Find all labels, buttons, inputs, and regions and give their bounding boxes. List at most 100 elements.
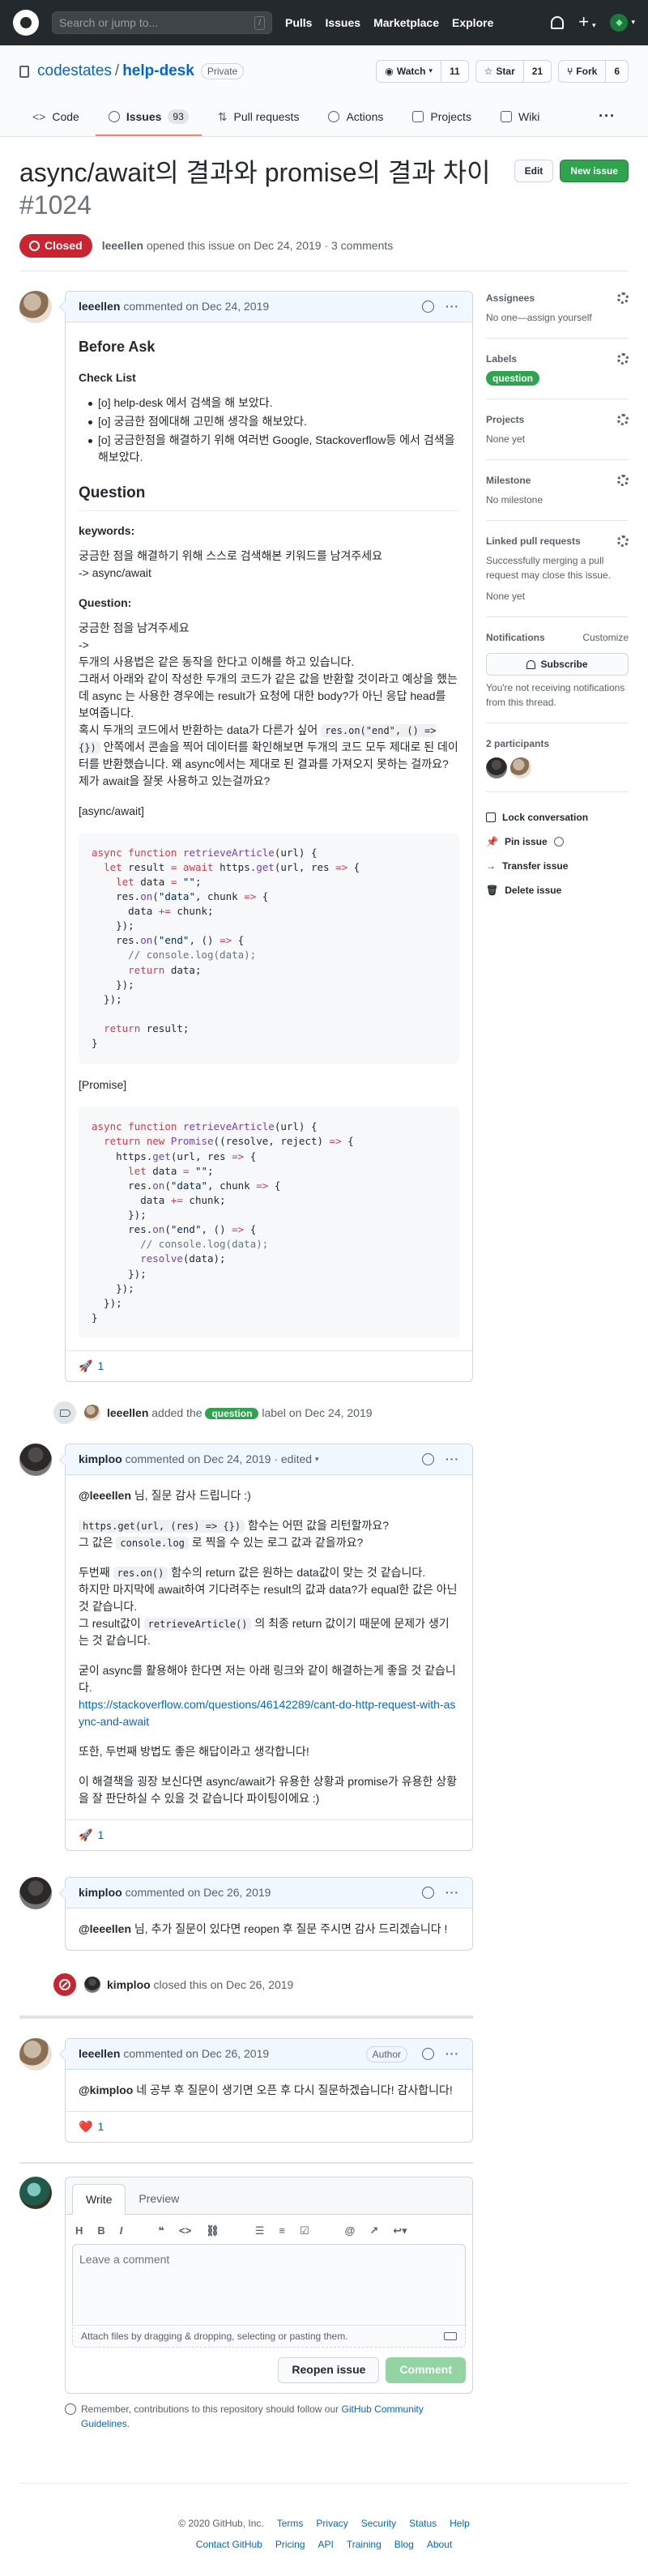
footer-link-training[interactable]: Training: [347, 2537, 382, 2552]
delete-issue-button[interactable]: 🗑 Delete issue: [486, 883, 629, 898]
transfer-issue-button[interactable]: → Transfer issue: [486, 859, 629, 873]
gear-icon[interactable]: [617, 414, 629, 425]
saved-replies-icon[interactable]: ↩▾: [393, 2223, 407, 2239]
mention-link[interactable]: @kimploo: [79, 2083, 133, 2096]
actor-link[interactable]: kimploo: [107, 1978, 151, 1991]
create-new-menu[interactable]: + ▾: [578, 13, 595, 32]
comment-timestamp[interactable]: commented on Dec 24, 2019 · edited: [126, 1451, 312, 1468]
stackoverflow-link[interactable]: https://stackoverflow.com/questions/4614…: [79, 1698, 455, 1728]
gear-icon[interactable]: [617, 292, 629, 304]
sidebar-heading[interactable]: Milestone: [486, 473, 531, 488]
avatar[interactable]: [510, 757, 531, 778]
file-attach-area[interactable]: Attach files by dragging & dropping, sel…: [72, 2324, 466, 2348]
cross-reference-icon[interactable]: ↗: [369, 2223, 378, 2239]
star-button[interactable]: ☆ Star: [475, 61, 524, 82]
edit-title-button[interactable]: Edit: [514, 160, 554, 182]
add-reaction-icon[interactable]: [422, 1453, 434, 1465]
notifications-bell-icon[interactable]: [551, 16, 565, 29]
footer-link-api[interactable]: API: [318, 2537, 334, 2552]
ordered-list-icon[interactable]: ≡: [279, 2223, 285, 2239]
footer-link-contact[interactable]: Contact GitHub: [196, 2537, 262, 2552]
chevron-down-icon[interactable]: ▾: [315, 1454, 319, 1465]
footer-link-pricing[interactable]: Pricing: [275, 2537, 305, 2552]
search-input[interactable]: Search or jump to... /: [52, 11, 272, 34]
label-badge[interactable]: question: [205, 1407, 259, 1419]
watch-count[interactable]: 11: [441, 61, 468, 82]
comment-textarea[interactable]: Leave a comment: [72, 2243, 466, 2325]
comment-timestamp[interactable]: commented on Dec 26, 2019: [126, 1884, 271, 1901]
fork-count[interactable]: 6: [606, 61, 628, 82]
gear-icon[interactable]: [617, 535, 629, 547]
star-count[interactable]: 21: [523, 61, 552, 82]
fork-button[interactable]: ⑂ Fork: [559, 61, 607, 82]
comment-timestamp[interactable]: commented on Dec 26, 2019: [123, 2045, 269, 2062]
repo-owner-link[interactable]: codestates: [37, 62, 112, 79]
avatar[interactable]: [19, 2038, 52, 2071]
more-options-icon[interactable]: ···: [446, 298, 459, 315]
footer-link-status[interactable]: Status: [409, 2516, 437, 2531]
comment-author[interactable]: leeellen: [79, 298, 120, 315]
more-options-icon[interactable]: ···: [446, 1451, 459, 1468]
footer-link-blog[interactable]: Blog: [394, 2537, 414, 2552]
pin-issue-button[interactable]: 📌 Pin issue: [486, 834, 629, 849]
italic-icon[interactable]: I: [120, 2223, 123, 2239]
avatar[interactable]: [19, 291, 52, 323]
more-options-icon[interactable]: ···: [446, 1884, 459, 1901]
lock-conversation-button[interactable]: Lock conversation: [486, 810, 629, 825]
code-icon[interactable]: <>: [179, 2223, 191, 2239]
user-menu[interactable]: ◆ ▾: [610, 14, 635, 32]
reaction-rocket[interactable]: 🚀: [79, 1827, 92, 1844]
comment-author[interactable]: kimploo: [79, 1884, 122, 1901]
add-reaction-icon[interactable]: [422, 1887, 434, 1899]
tab-code[interactable]: <> Code: [19, 99, 92, 136]
tab-issues[interactable]: Issues 93: [95, 99, 202, 136]
sidebar-heading[interactable]: Linked pull requests: [486, 534, 581, 548]
sidebar-heading[interactable]: Assignees: [486, 291, 535, 305]
reaction-rocket[interactable]: 🚀: [79, 1358, 92, 1375]
mention-icon[interactable]: @: [345, 2223, 356, 2239]
repo-name-link[interactable]: help-desk: [122, 62, 194, 79]
assignees-value[interactable]: No one—assign yourself: [486, 310, 629, 325]
gear-icon[interactable]: [617, 475, 629, 486]
subscribe-button[interactable]: Subscribe: [486, 653, 629, 676]
actor-link[interactable]: leeellen: [107, 1406, 148, 1419]
heading-icon[interactable]: H: [75, 2223, 83, 2239]
unordered-list-icon[interactable]: ☰: [255, 2223, 265, 2239]
footer-link-security[interactable]: Security: [361, 2516, 396, 2531]
label-badge[interactable]: question: [486, 371, 539, 386]
add-reaction-icon[interactable]: [422, 2048, 434, 2060]
tab-write[interactable]: Write: [72, 2184, 126, 2215]
nav-issues[interactable]: Issues: [325, 15, 360, 32]
avatar[interactable]: [84, 1405, 100, 1421]
reaction-heart[interactable]: ❤️: [79, 2118, 92, 2135]
more-options-icon[interactable]: ···: [446, 2045, 459, 2062]
avatar[interactable]: [84, 1977, 100, 1993]
mention-link[interactable]: @leeellen: [79, 1922, 131, 1935]
nav-explore[interactable]: Explore: [452, 15, 493, 32]
watch-button[interactable]: ◉ Watch ▾: [377, 61, 441, 82]
add-reaction-icon[interactable]: [422, 301, 434, 313]
tab-actions[interactable]: Actions: [315, 99, 396, 136]
customize-link[interactable]: Customize: [582, 630, 629, 645]
sidebar-heading[interactable]: Projects: [486, 412, 524, 427]
avatar[interactable]: [19, 1877, 52, 1909]
bold-icon[interactable]: B: [97, 2223, 104, 2239]
link-icon[interactable]: ⛓: [206, 2223, 220, 2239]
tab-projects[interactable]: Projects: [399, 99, 484, 136]
quote-icon[interactable]: ❝: [158, 2223, 164, 2239]
nav-marketplace[interactable]: Marketplace: [373, 15, 439, 32]
comment-timestamp[interactable]: commented on Dec 24, 2019: [123, 298, 269, 315]
comment-button[interactable]: Comment: [386, 2356, 466, 2383]
footer-link-help[interactable]: Help: [450, 2516, 470, 2531]
markdown-icon[interactable]: [444, 2331, 457, 2340]
new-issue-button[interactable]: New issue: [560, 160, 629, 182]
footer-link-terms[interactable]: Terms: [277, 2516, 304, 2531]
gear-icon[interactable]: [617, 353, 629, 365]
github-logo-icon[interactable]: [13, 10, 39, 36]
nav-pulls[interactable]: Pulls: [285, 15, 312, 32]
tab-preview[interactable]: Preview: [126, 2184, 192, 2214]
comment-author[interactable]: kimploo: [79, 1451, 122, 1468]
reopen-issue-button[interactable]: Reopen issue: [278, 2356, 380, 2383]
tab-pull-requests[interactable]: ⇅ Pull requests: [205, 99, 313, 136]
comment-author[interactable]: leeellen: [79, 2045, 120, 2062]
